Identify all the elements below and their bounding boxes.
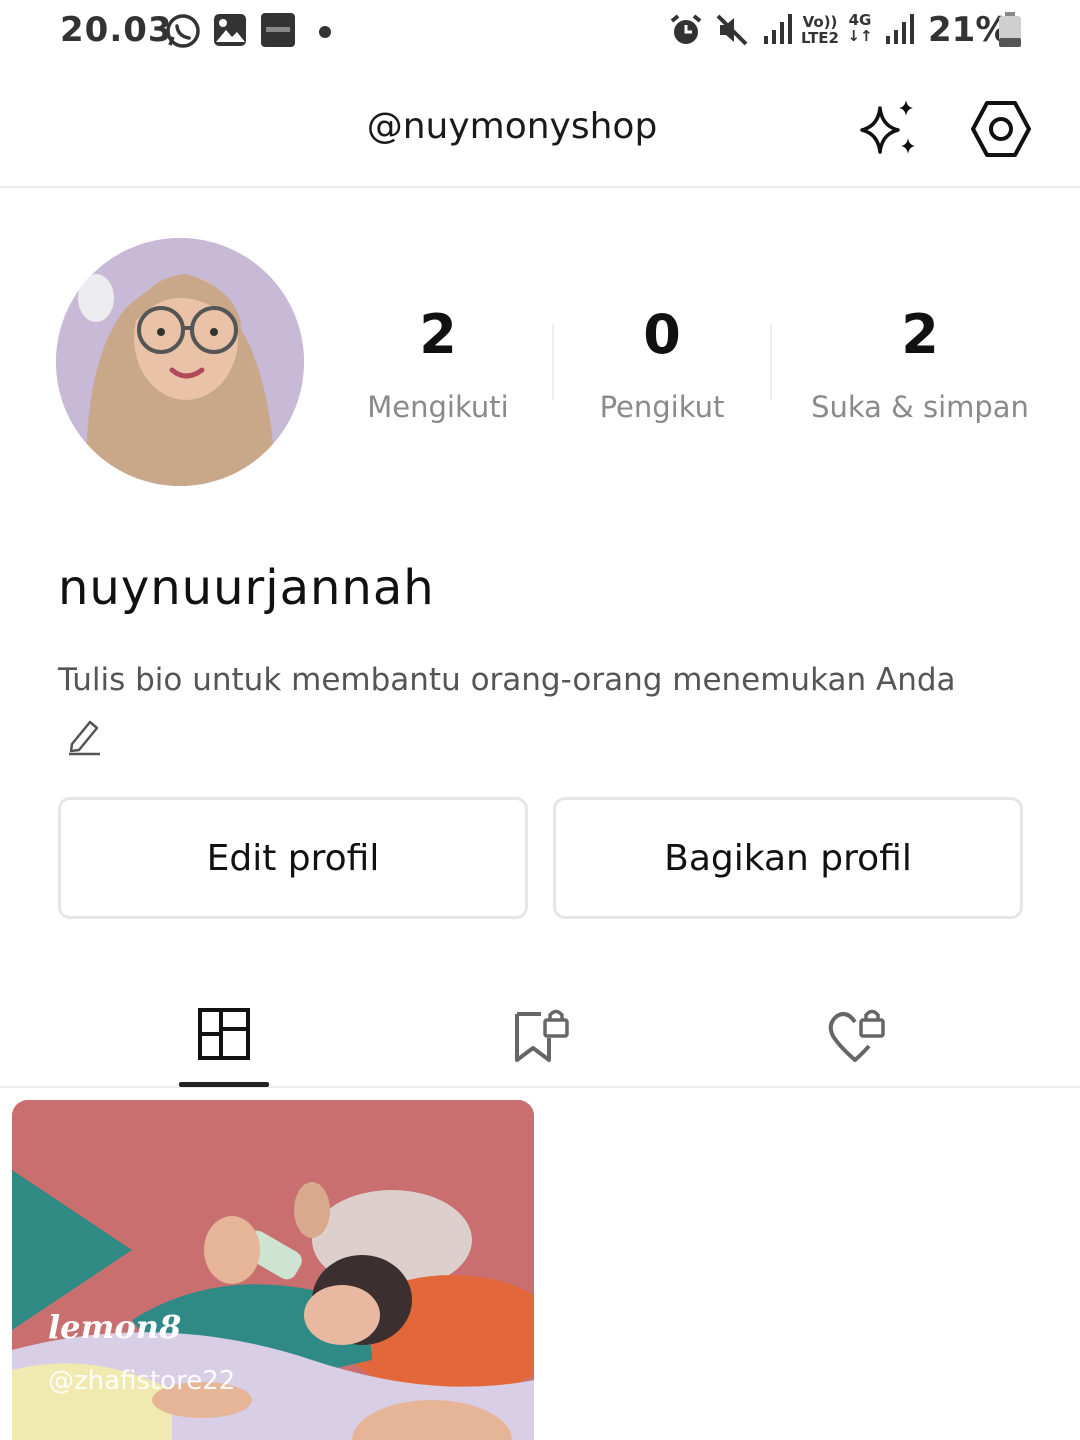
lemon8-app-icon: [260, 12, 296, 52]
stat-likes-saves-label: Suka & simpan: [811, 390, 1029, 424]
profile-tab-bar: [0, 990, 1080, 1088]
stat-likes-saves[interactable]: 2 Suka & simpan: [808, 300, 1032, 424]
stat-following-value: 2: [419, 303, 457, 366]
stat-divider: [552, 324, 554, 400]
edit-profile-button[interactable]: Edit profil: [58, 797, 528, 919]
data-arrows-icon: 4G ↓↑: [847, 11, 873, 45]
signal-icon: [762, 12, 794, 50]
stat-followers-label: Pengikut: [599, 390, 725, 424]
stat-following-label: Mengikuti: [367, 390, 509, 424]
status-bar: 20.03 Vo)) LTE2 4G ↓↑ 21%: [0, 0, 1080, 62]
tab-saved[interactable]: [501, 996, 581, 1072]
active-tab-indicator: [179, 1082, 269, 1087]
tab-posts[interactable]: [184, 996, 264, 1072]
heart-lock-icon: [828, 1009, 885, 1062]
alarm-icon: [668, 12, 704, 52]
avatar[interactable]: [56, 238, 304, 486]
signal-icon: [884, 12, 916, 50]
settings-icon: [971, 101, 1031, 157]
whatsapp-icon: [164, 12, 202, 54]
display-name: nuynuurjannah: [58, 560, 435, 616]
post-card[interactable]: lemon8 @zhafistore22: [12, 1100, 534, 1440]
post-watermark: lemon8: [48, 1308, 182, 1346]
stat-likes-saves-value: 2: [901, 303, 939, 366]
bio-placeholder[interactable]: Tulis bio untuk membantu orang-orang men…: [58, 662, 956, 698]
edit-profile-label: Edit profil: [206, 837, 380, 879]
gallery-icon: [212, 12, 248, 52]
stat-following[interactable]: 2 Mengikuti: [358, 300, 518, 424]
share-profile-label: Bagikan profil: [664, 837, 912, 879]
settings-button[interactable]: [966, 94, 1036, 164]
status-time: 20.03: [60, 10, 173, 50]
profile-header: @nuymonyshop: [0, 70, 1080, 188]
edit-bio-button[interactable]: [64, 714, 106, 756]
mute-icon: [714, 12, 750, 52]
notification-dot: [318, 24, 332, 43]
pencil-icon: [69, 720, 100, 756]
sparkle-button[interactable]: [852, 94, 922, 164]
tab-liked[interactable]: [816, 996, 896, 1072]
volte-bottom-label: LTE2: [801, 29, 839, 47]
sparkle-icon: [860, 100, 915, 154]
battery-icon: [998, 12, 1022, 52]
volte-icon: Vo)) LTE2: [800, 14, 840, 46]
bookmark-lock-icon: [515, 1009, 569, 1062]
stat-followers-value: 0: [643, 303, 681, 366]
stat-divider: [770, 324, 772, 400]
network-type-label: 4G: [848, 11, 872, 29]
grid-icon: [198, 1008, 250, 1060]
post-handle: @zhafistore22: [48, 1366, 236, 1396]
stat-followers[interactable]: 0 Pengikut: [582, 300, 742, 424]
share-profile-button[interactable]: Bagikan profil: [553, 797, 1023, 919]
